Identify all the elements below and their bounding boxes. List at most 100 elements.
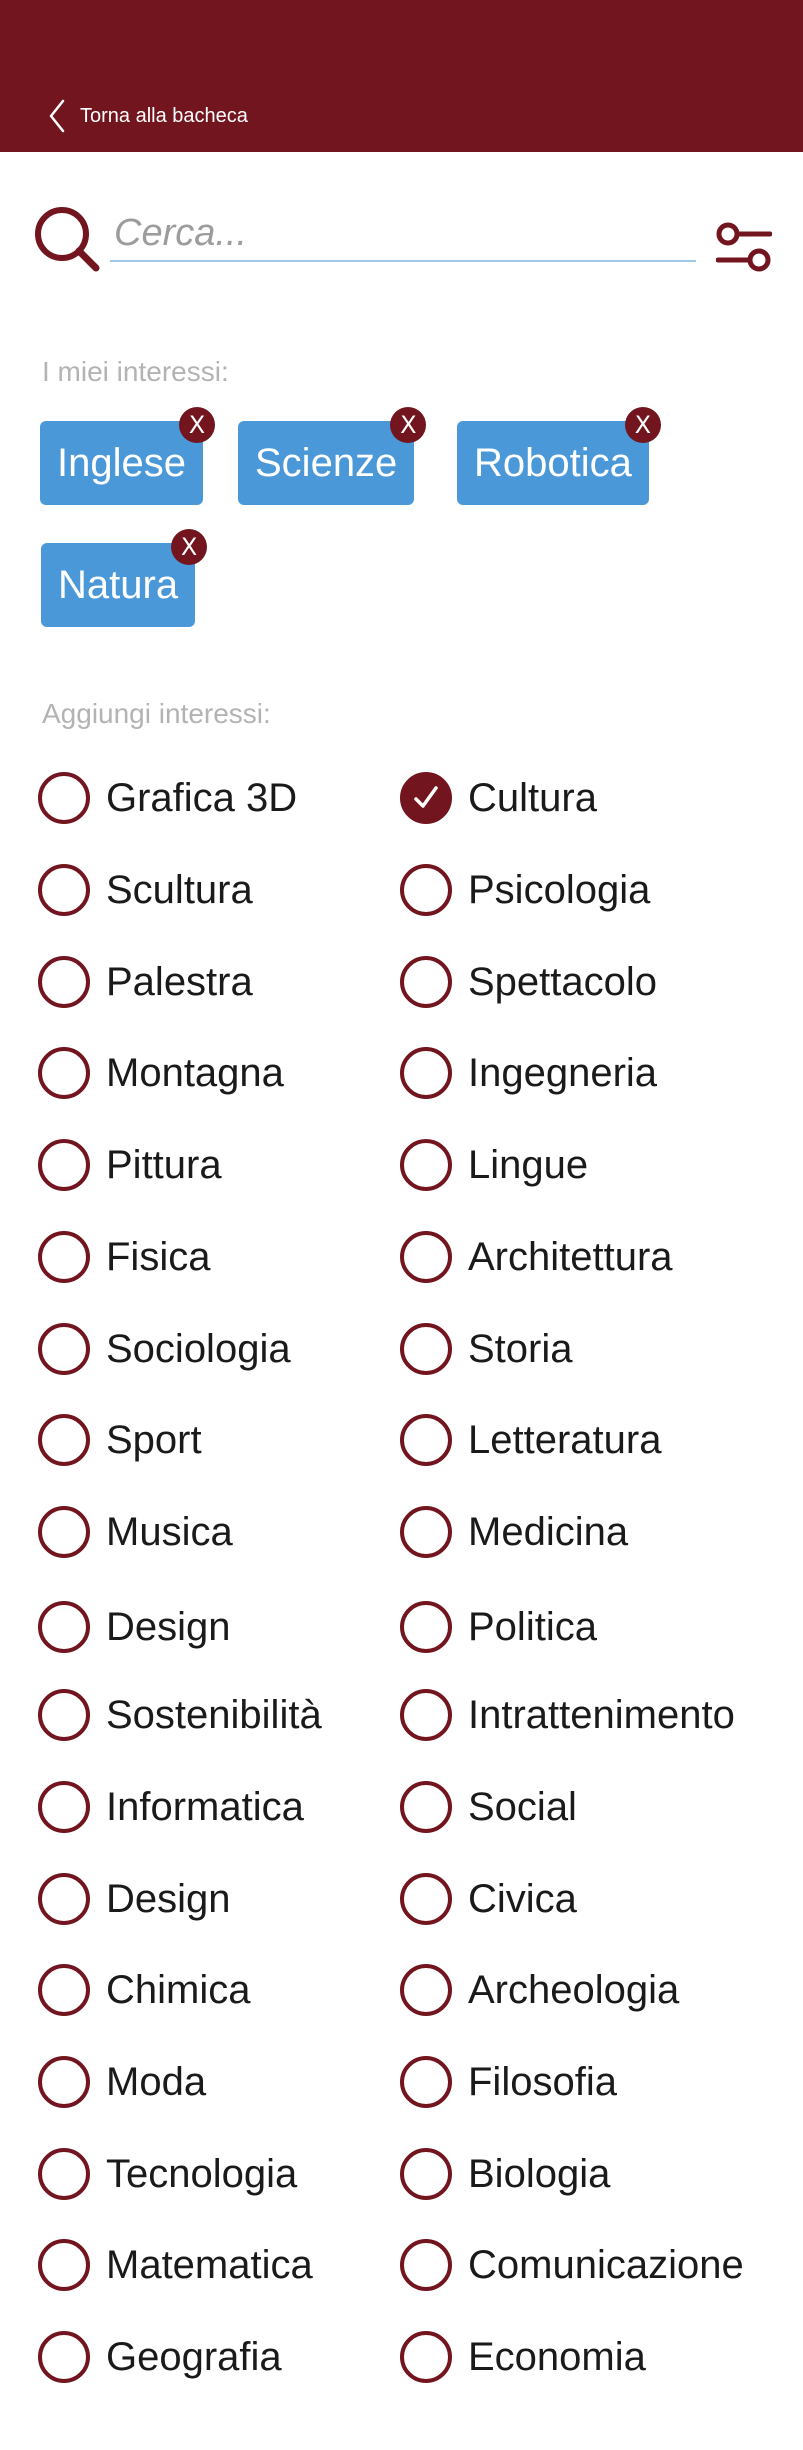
interest-option-label: Spettacolo: [468, 959, 658, 1004]
checkbox[interactable]: [38, 2331, 90, 2383]
interest-option[interactable]: Geografia: [38, 2327, 282, 2387]
checkbox-checked[interactable]: [400, 772, 452, 824]
interest-option[interactable]: Politica: [400, 1597, 597, 1657]
interest-option-label: Cultura: [468, 775, 597, 820]
interest-option[interactable]: Intrattenimento: [400, 1685, 735, 1745]
interest-option[interactable]: Storia: [400, 1319, 573, 1379]
search-input[interactable]: [110, 206, 696, 262]
interest-option[interactable]: Montagna: [38, 1043, 284, 1103]
interest-option[interactable]: Musica: [38, 1502, 233, 1562]
checkbox[interactable]: [400, 1047, 452, 1099]
interest-chip[interactable]: Scienze X: [238, 407, 427, 505]
checkbox[interactable]: [400, 1873, 452, 1925]
interest-option[interactable]: Filosofia: [400, 2052, 617, 2112]
checkbox[interactable]: [38, 864, 90, 916]
checkbox[interactable]: [38, 2239, 90, 2291]
interest-option-label: Scultura: [106, 867, 253, 912]
remove-chip-button[interactable]: X: [624, 407, 661, 443]
interest-option[interactable]: Moda: [38, 2052, 206, 2112]
interest-option[interactable]: Lingue: [400, 1135, 588, 1195]
checkbox[interactable]: [38, 1506, 90, 1558]
search-icon[interactable]: [34, 206, 100, 272]
interest-option-label: Chimica: [106, 1967, 251, 2012]
interest-chip[interactable]: Robotica X: [457, 407, 661, 505]
my-interests-label: I miei interessi:: [42, 356, 229, 387]
interest-option-label: Moda: [106, 2059, 207, 2104]
interest-option[interactable]: Design: [38, 1597, 231, 1657]
interest-option[interactable]: Civica: [400, 1869, 577, 1929]
interest-option[interactable]: Biologia: [400, 2144, 610, 2204]
checkmark-icon: [414, 786, 438, 808]
interest-option[interactable]: Sostenibilità: [38, 1685, 322, 1745]
interest-option[interactable]: Cultura: [400, 768, 597, 828]
checkbox[interactable]: [38, 1047, 90, 1099]
checkbox[interactable]: [400, 2148, 452, 2200]
checkbox[interactable]: [400, 2239, 452, 2291]
checkbox[interactable]: [400, 1506, 452, 1558]
checkbox[interactable]: [400, 1781, 452, 1833]
checkbox[interactable]: [38, 1601, 90, 1653]
interest-option[interactable]: Scultura: [38, 860, 253, 920]
checkbox[interactable]: [400, 1601, 452, 1653]
interest-option[interactable]: Medicina: [400, 1502, 628, 1562]
interest-option[interactable]: Sport: [38, 1410, 202, 1470]
checkbox[interactable]: [38, 1139, 90, 1191]
checkbox[interactable]: [400, 2331, 452, 2383]
interest-option[interactable]: Matematica: [38, 2235, 313, 2295]
interest-option[interactable]: Grafica 3D: [38, 768, 297, 828]
back-label: Torna alla bacheca: [80, 104, 248, 127]
interest-option[interactable]: Chimica: [38, 1960, 250, 2020]
interest-option[interactable]: Informatica: [38, 1777, 304, 1837]
interest-option-label: Storia: [468, 1326, 573, 1371]
interest-option[interactable]: Economia: [400, 2327, 646, 2387]
interest-option[interactable]: Spettacolo: [400, 952, 657, 1012]
interest-chip[interactable]: Inglese X: [40, 407, 215, 505]
interest-option[interactable]: Design: [38, 1869, 231, 1929]
interest-option-label: Biologia: [468, 2151, 611, 2196]
checkbox[interactable]: [38, 1964, 90, 2016]
interest-option-label: Economia: [468, 2334, 646, 2379]
filter-icon[interactable]: [716, 222, 772, 272]
checkbox[interactable]: [38, 1414, 90, 1466]
remove-chip-button[interactable]: X: [390, 407, 427, 443]
interest-option[interactable]: Social: [400, 1777, 577, 1837]
interest-option[interactable]: Comunicazione: [400, 2235, 744, 2295]
checkbox[interactable]: [38, 1323, 90, 1375]
interest-chip-label: Robotica: [474, 440, 632, 485]
checkbox[interactable]: [400, 2056, 452, 2108]
checkbox[interactable]: [400, 1139, 452, 1191]
interest-option[interactable]: Letteratura: [400, 1410, 661, 1470]
interest-option[interactable]: Psicologia: [400, 860, 650, 920]
checkbox[interactable]: [38, 1873, 90, 1925]
checkbox[interactable]: [400, 1689, 452, 1741]
checkbox[interactable]: [38, 772, 90, 824]
checkbox[interactable]: [38, 2056, 90, 2108]
checkbox[interactable]: [38, 1689, 90, 1741]
interest-option[interactable]: Pittura: [38, 1135, 222, 1195]
interest-option[interactable]: Archeologia: [400, 1960, 679, 2020]
checkbox[interactable]: [400, 1414, 452, 1466]
interest-option-label: Sostenibilità: [106, 1692, 322, 1737]
interest-option[interactable]: Architettura: [400, 1227, 673, 1287]
checkbox[interactable]: [400, 1323, 452, 1375]
remove-chip-button[interactable]: X: [178, 407, 215, 443]
interest-option[interactable]: Palestra: [38, 952, 253, 1012]
interest-option[interactable]: Tecnologia: [38, 2144, 297, 2204]
remove-chip-button[interactable]: X: [171, 529, 208, 565]
interest-option-label: Politica: [468, 1604, 597, 1649]
back-button[interactable]: Torna alla bacheca: [48, 96, 248, 136]
checkbox[interactable]: [38, 1231, 90, 1283]
checkbox[interactable]: [38, 2148, 90, 2200]
interest-option-label: Pittura: [106, 1142, 222, 1187]
interest-option-label: Civica: [468, 1876, 577, 1921]
interest-option[interactable]: Fisica: [38, 1227, 210, 1287]
checkbox[interactable]: [400, 864, 452, 916]
checkbox[interactable]: [400, 956, 452, 1008]
checkbox[interactable]: [400, 1231, 452, 1283]
checkbox[interactable]: [38, 956, 90, 1008]
interest-option[interactable]: Ingegneria: [400, 1043, 657, 1103]
interest-option[interactable]: Sociologia: [38, 1319, 291, 1379]
interest-chip[interactable]: Natura X: [41, 529, 208, 627]
checkbox[interactable]: [38, 1781, 90, 1833]
checkbox[interactable]: [400, 1964, 452, 2016]
